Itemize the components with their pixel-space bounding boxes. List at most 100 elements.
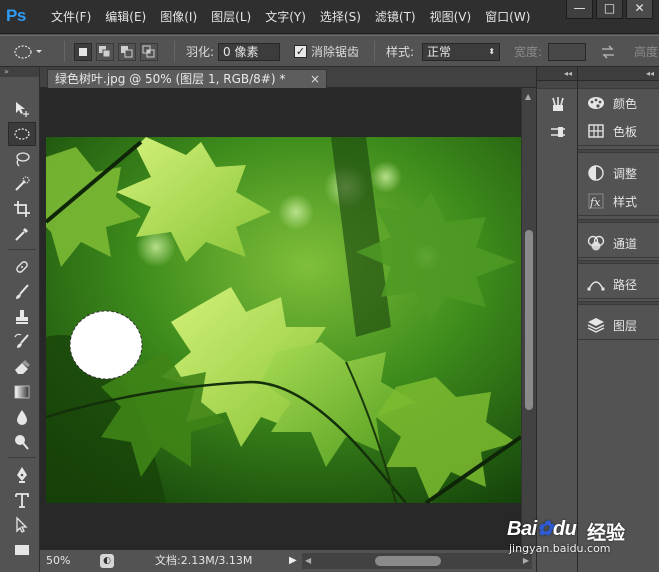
menu-edit[interactable]: 编辑(E) [98,0,153,34]
adjustments-panel-button[interactable]: 调整 [578,159,659,187]
close-button[interactable]: ✕ [626,0,653,19]
dropdown-arrow-icon: ⬍ [488,46,496,56]
rectangle-tool[interactable] [8,538,36,562]
gradient-icon [14,385,30,399]
menu-file[interactable]: 文件(F) [44,0,98,34]
channels-panel-button[interactable]: 通道 [578,229,659,257]
dodge-tool[interactable] [8,430,36,454]
brush-icon [16,284,29,299]
menu-window[interactable]: 窗口(W) [478,0,537,34]
elliptical-marquee-tool[interactable] [8,122,36,146]
menu-layer[interactable]: 图层(L) [204,0,258,34]
path-selection-tool[interactable] [8,513,36,537]
new-selection-button[interactable] [74,42,92,61]
history-brush-tool[interactable] [8,330,36,354]
menu-view[interactable]: 视图(V) [423,0,479,34]
minimize-button[interactable]: — [566,0,593,19]
style-select-value: 正常 [427,44,452,59]
path-selection-arrow-icon [16,516,28,533]
eraser-tool[interactable] [8,355,36,379]
move-tool[interactable] [8,97,36,121]
paths-panel-button[interactable]: 路径 [578,270,659,298]
lasso-tool[interactable] [8,147,36,171]
gradient-tool[interactable] [8,380,36,404]
color-panel-button[interactable]: 颜色 [578,89,659,117]
feather-group: 羽化: 0 像素 [186,36,281,67]
blur-tool[interactable] [8,405,36,429]
crop-tool[interactable] [8,197,36,221]
selection-mode-group [74,36,162,67]
options-divider [374,41,375,62]
add-selection-button[interactable] [96,42,114,61]
swatches-panel-label: 色板 [613,124,638,139]
zoom-level-field[interactable]: 50% [46,553,70,569]
swatches-panel-button[interactable]: 色板 [578,117,659,145]
options-divider [64,41,65,62]
panel-dock-icons: ◂◂ [536,67,578,572]
clone-stamp-tool[interactable] [8,305,36,329]
swap-arrows-icon [602,45,614,58]
ellipse-marquee-icon [14,128,30,140]
panel-grip[interactable] [537,81,577,89]
jingyan-label: 经验 [587,522,626,544]
scroll-left-icon[interactable]: ◀ [305,553,311,569]
subtract-selection-icon [121,45,133,57]
tool-presets-button[interactable] [545,121,571,143]
layers-panel-button[interactable]: 图层 [578,311,659,339]
antialias-group: ✓ 消除锯齿 [294,36,359,67]
type-tool[interactable] [8,488,36,512]
height-label: 高度: [634,45,659,59]
vertical-scroll-thumb[interactable] [525,230,533,410]
leaf-photo [46,137,521,503]
elliptical-marquee-icon [14,44,42,59]
panel-group-divider [578,149,659,153]
brush-presets-button[interactable] [545,93,571,115]
document-image[interactable] [46,137,521,503]
intersect-selection-button[interactable] [140,42,158,61]
antialias-checkbox[interactable]: ✓ [294,45,307,58]
brush-presets-icon [552,97,564,111]
channels-panel-label: 通道 [613,236,638,251]
collapse-panels-handle[interactable]: ◂◂ [578,67,659,81]
eyedropper-tool[interactable] [8,222,36,246]
document-profile-icon[interactable]: ◐ [100,554,114,568]
status-menu-arrow[interactable]: ▶ [289,553,297,569]
healing-brush-tool[interactable] [8,255,36,279]
horizontal-scrollbar[interactable]: ◀ ▶ [302,553,532,569]
tool-preset-picker[interactable] [10,36,44,67]
style-group: 样式: 正常 ⬍ [386,36,501,67]
menu-select[interactable]: 选择(S) [313,0,368,34]
pen-icon [17,467,27,483]
layers-stack-icon [587,318,605,333]
menu-filter[interactable]: 滤镜(T) [368,0,423,34]
status-bar: 50% ◐ 文档:2.13M/3.13M ▶ ◀ ▶ [40,549,536,572]
scroll-up-icon[interactable]: ▲ [525,92,531,101]
subtract-selection-button[interactable] [118,42,136,61]
document-tab[interactable]: 绿色树叶.jpg @ 50% (图层 1, RGB/8#) * × [47,69,327,88]
water-drop-icon [17,410,27,425]
horizontal-scroll-thumb[interactable] [375,556,441,566]
styles-panel-button[interactable]: fx 样式 [578,187,659,215]
width-label: 宽度: [514,45,543,59]
style-select[interactable]: 正常 ⬍ [422,42,501,61]
quick-selection-tool[interactable] [8,172,36,196]
vertical-scrollbar[interactable]: ▲ [521,88,536,549]
close-tab-icon[interactable]: × [310,70,320,88]
swatches-grid-icon [588,124,604,138]
collapse-dock-handle[interactable]: ◂◂ [537,67,577,81]
paw-icon: ✿ [536,518,554,540]
panel-grip[interactable] [578,81,659,89]
pen-tool[interactable] [8,463,36,487]
feather-input[interactable]: 0 像素 [218,42,281,61]
menu-image[interactable]: 图像(I) [153,0,204,34]
toolbox-collapse-handle[interactable]: » [0,67,39,77]
width-input[interactable] [548,42,587,61]
brush-tool[interactable] [8,280,36,304]
document-size-info: 文档:2.13M/3.13M [155,554,253,567]
restore-button[interactable]: □ [596,0,623,19]
painted-white-selection[interactable] [69,310,143,380]
baidu-logo-left: Bai [507,518,537,540]
swap-dimensions-button[interactable] [600,36,616,67]
photoshop-logo: Ps [6,6,26,25]
menu-type[interactable]: 文字(Y) [258,0,313,34]
